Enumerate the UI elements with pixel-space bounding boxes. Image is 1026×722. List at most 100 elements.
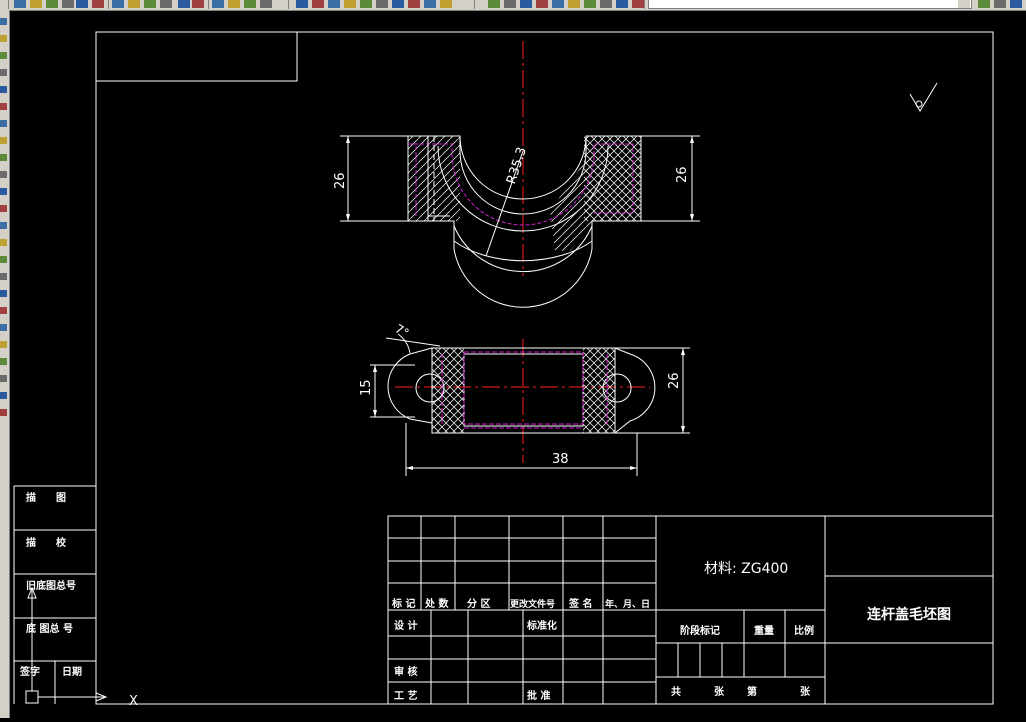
sign-design: 设 计 bbox=[394, 619, 417, 632]
radius-label: R35.3 bbox=[504, 145, 530, 186]
left-row-1: 描 校 bbox=[26, 536, 67, 549]
hatch-icon[interactable] bbox=[0, 375, 7, 382]
toolbar-separator bbox=[474, 0, 475, 9]
standard-toolbar bbox=[0, 0, 1026, 11]
tool-palettes-icon[interactable] bbox=[328, 0, 340, 8]
sign-process: 工 艺 bbox=[394, 689, 417, 702]
toolbar-separator bbox=[644, 0, 645, 9]
rectangle-icon[interactable] bbox=[0, 358, 7, 365]
zoom-realtime-icon[interactable] bbox=[228, 0, 240, 8]
cut-icon[interactable] bbox=[584, 0, 596, 8]
plot-preview-icon[interactable] bbox=[76, 0, 88, 8]
line-icon[interactable] bbox=[0, 18, 7, 25]
insert-block-icon[interactable] bbox=[0, 137, 7, 144]
print-icon[interactable] bbox=[62, 0, 74, 8]
plot-preview-icon[interactable] bbox=[552, 0, 564, 8]
code-box bbox=[95, 31, 298, 82]
publish-icon[interactable] bbox=[92, 0, 104, 8]
front-dim-left: 15 bbox=[359, 379, 374, 396]
rev-header-3: 更改文件号 bbox=[510, 598, 555, 610]
text-icon[interactable] bbox=[0, 392, 7, 399]
pan-icon[interactable] bbox=[212, 0, 224, 8]
markup-icon[interactable] bbox=[360, 0, 372, 8]
copy-icon[interactable] bbox=[128, 0, 140, 8]
hatch-icon[interactable] bbox=[0, 103, 7, 110]
layer-manager-icon[interactable] bbox=[408, 0, 420, 8]
zoom-window-icon[interactable] bbox=[244, 0, 256, 8]
new-icon[interactable] bbox=[14, 0, 26, 8]
polyline-icon[interactable] bbox=[0, 35, 7, 42]
hatch-icon[interactable] bbox=[0, 239, 7, 246]
polyline-icon[interactable] bbox=[0, 307, 7, 314]
sheets-total: 共 bbox=[671, 685, 681, 698]
left-block: 描 图 描 校 旧底图总号 底 图总 号 签字 日期 bbox=[13, 485, 96, 704]
drawing-canvas[interactable]: R35.3 26 26 15 26 38 7° 描 图 描 校 旧底图总号 底 … bbox=[10, 11, 1026, 718]
arc-icon[interactable] bbox=[0, 324, 7, 331]
rectangle-icon[interactable] bbox=[0, 222, 7, 229]
insert-block-icon[interactable] bbox=[0, 409, 7, 416]
rectangle-icon[interactable] bbox=[0, 86, 7, 93]
layer-previous-icon[interactable] bbox=[1010, 0, 1022, 8]
scale-label: 比例 bbox=[794, 624, 814, 637]
insert-block-icon[interactable] bbox=[0, 273, 7, 280]
open-icon[interactable] bbox=[30, 0, 42, 8]
sheet-set-icon[interactable] bbox=[344, 0, 356, 8]
circle-icon[interactable] bbox=[0, 69, 7, 76]
polyline-icon[interactable] bbox=[0, 171, 7, 178]
top-dim-left: 26 bbox=[333, 172, 348, 189]
left-row-0: 描 图 bbox=[26, 491, 66, 504]
arc-icon[interactable] bbox=[0, 188, 7, 195]
text-icon[interactable] bbox=[0, 256, 7, 263]
sheets-unit-b: 张 bbox=[800, 685, 811, 698]
match-properties-icon[interactable] bbox=[160, 0, 172, 8]
left-row-4: 签字 bbox=[19, 665, 40, 678]
paste-icon[interactable] bbox=[616, 0, 628, 8]
layer-manager-icon[interactable] bbox=[978, 0, 990, 8]
circle-icon[interactable] bbox=[0, 205, 7, 212]
quickcalc-icon[interactable] bbox=[376, 0, 388, 8]
toolbar-separator bbox=[288, 0, 289, 9]
stage-mark-label: 阶段标记 bbox=[680, 624, 720, 637]
layer-combo[interactable] bbox=[648, 0, 972, 9]
chevron-down-icon[interactable] bbox=[958, 0, 970, 8]
text-icon[interactable] bbox=[0, 120, 7, 127]
match-properties-icon[interactable] bbox=[632, 0, 644, 8]
rev-header-2: 分 区 bbox=[467, 597, 490, 610]
line-icon[interactable] bbox=[0, 154, 7, 161]
print-icon[interactable] bbox=[536, 0, 548, 8]
save-icon[interactable] bbox=[520, 0, 532, 8]
save-icon[interactable] bbox=[46, 0, 58, 8]
help-icon[interactable] bbox=[392, 0, 404, 8]
line-icon[interactable] bbox=[0, 290, 7, 297]
new-icon[interactable] bbox=[488, 0, 500, 8]
paste-icon[interactable] bbox=[144, 0, 156, 8]
left-row-3: 底 图总 号 bbox=[26, 622, 73, 635]
zoom-previous-icon[interactable] bbox=[260, 0, 272, 8]
top-dim-right: 26 bbox=[675, 166, 690, 183]
layer-state-icon[interactable] bbox=[424, 0, 436, 8]
open-icon[interactable] bbox=[504, 0, 516, 8]
drawing-svg: R35.3 26 26 15 26 38 7° 描 图 描 校 旧底图总号 底 … bbox=[13, 31, 994, 709]
weight-label: 重量 bbox=[754, 624, 774, 637]
draw-toolbar bbox=[0, 10, 10, 718]
toolbar-separator bbox=[208, 0, 209, 9]
title-block-text: 标 记 处 数 分 区 更改文件号 签 名 年、月、日 设 计 标准化 审 核 … bbox=[391, 561, 951, 702]
design-center-icon[interactable] bbox=[312, 0, 324, 8]
angle-label: 7° bbox=[393, 321, 412, 340]
sign-standard: 标准化 bbox=[526, 619, 557, 632]
left-row-2: 旧底图总号 bbox=[26, 579, 76, 592]
copy-icon[interactable] bbox=[600, 0, 612, 8]
redo-icon[interactable] bbox=[192, 0, 204, 8]
layer-previous-icon[interactable] bbox=[440, 0, 452, 8]
drawing-title: 连杆盖毛坯图 bbox=[867, 606, 951, 623]
arc-icon[interactable] bbox=[0, 52, 7, 59]
circle-icon[interactable] bbox=[0, 341, 7, 348]
properties-icon[interactable] bbox=[296, 0, 308, 8]
publish-icon[interactable] bbox=[568, 0, 580, 8]
layer-state-icon[interactable] bbox=[994, 0, 1006, 8]
left-row-5: 日期 bbox=[62, 665, 82, 678]
front-view: 15 26 38 7° bbox=[359, 321, 690, 476]
cut-icon[interactable] bbox=[112, 0, 124, 8]
undo-icon[interactable] bbox=[178, 0, 190, 8]
front-dim-bottom: 38 bbox=[552, 452, 569, 467]
